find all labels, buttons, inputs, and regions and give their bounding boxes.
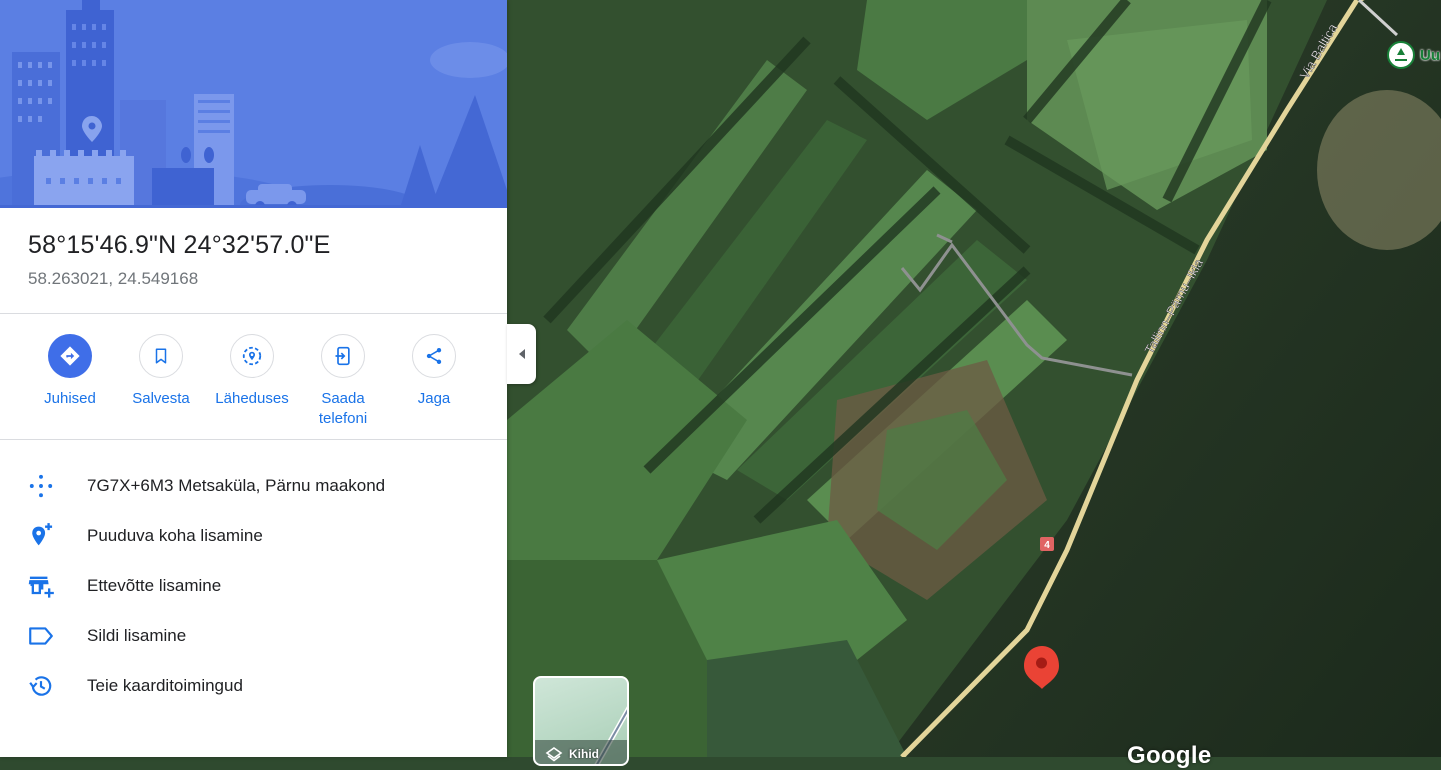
nearby-icon: [242, 346, 262, 366]
share-label: Jaga: [417, 390, 451, 407]
layers-icon: [545, 747, 563, 762]
directions-label: Juhised: [44, 390, 96, 407]
plus-code-row[interactable]: 7G7X+6M3 Metsaküla, Pärnu maakond: [0, 460, 507, 510]
plus-code-icon: [27, 472, 55, 500]
directions-button[interactable]: Juhised: [24, 334, 116, 409]
nearby-label: Läheduses: [215, 390, 289, 407]
poi-label: Uu: [1420, 46, 1440, 64]
satellite-map[interactable]: Via Baltica Tallinn–Pärnu–Ikla 4: [507, 0, 1441, 757]
decimal-coordinates: 58.263021, 24.549168: [28, 269, 199, 288]
add-label-text: Sildi lisamine: [87, 626, 187, 645]
place-header: 58°15'46.9"N 24°32'57.0"E 58.263021, 24.…: [28, 228, 487, 290]
send-to-phone-button[interactable]: Saada telefoni: [297, 334, 389, 429]
plus-code-text: 7G7X+6M3 Metsaküla, Pärnu maakond: [87, 476, 386, 495]
google-logo: Google: [1127, 742, 1212, 769]
layers-label: Kihid: [569, 747, 599, 761]
satellite-imagery: Via Baltica Tallinn–Pärnu–Ikla 4: [507, 0, 1441, 757]
label-icon: [27, 622, 55, 650]
side-panel: 58°15'46.9"N 24°32'57.0"E 58.263021, 24.…: [0, 0, 507, 757]
poi-marker[interactable]: Uu: [1386, 40, 1440, 70]
add-missing-place-text: Puuduva koha lisamine: [87, 526, 263, 545]
collapse-panel-button[interactable]: [507, 324, 536, 384]
directions-icon: [60, 346, 80, 366]
add-missing-place-row[interactable]: Puuduva koha lisamine: [0, 510, 507, 560]
share-icon: [426, 348, 442, 364]
add-place-icon: [27, 522, 55, 550]
layers-button[interactable]: Kihid: [533, 676, 629, 766]
send-to-phone-icon: [335, 346, 350, 366]
map-activity-row[interactable]: Teie kaarditoimingud: [0, 660, 507, 710]
add-label-row[interactable]: Sildi lisamine: [0, 610, 507, 660]
poi-icon: [1387, 41, 1415, 69]
history-icon: [27, 672, 55, 700]
share-button[interactable]: Jaga: [388, 334, 480, 409]
save-label: Salvesta: [132, 390, 190, 407]
hero-illustration: [0, 0, 507, 208]
add-business-icon: [27, 572, 55, 600]
place-title: 58°15'46.9"N 24°32'57.0"E: [28, 231, 331, 259]
bookmark-icon: [155, 348, 167, 364]
road-number: 4: [1044, 540, 1050, 551]
save-button[interactable]: Salvesta: [115, 334, 207, 409]
divider: [0, 439, 507, 440]
place-details-list: 7G7X+6M3 Metsaküla, Pärnu maakond Puuduv…: [0, 460, 507, 710]
add-business-row[interactable]: Ettevõtte lisamine: [0, 560, 507, 610]
send-to-phone-label: Saada telefoni: [318, 390, 368, 427]
collapse-arrow-icon: [518, 349, 525, 359]
action-buttons: Juhised Salvesta Läheduses Saada telefon…: [0, 334, 507, 438]
map-activity-text: Teie kaarditoimingud: [87, 676, 243, 695]
divider: [0, 313, 507, 314]
add-business-text: Ettevõtte lisamine: [87, 576, 222, 595]
road-shield: 4: [1040, 537, 1054, 551]
nearby-button[interactable]: Läheduses: [206, 334, 298, 409]
